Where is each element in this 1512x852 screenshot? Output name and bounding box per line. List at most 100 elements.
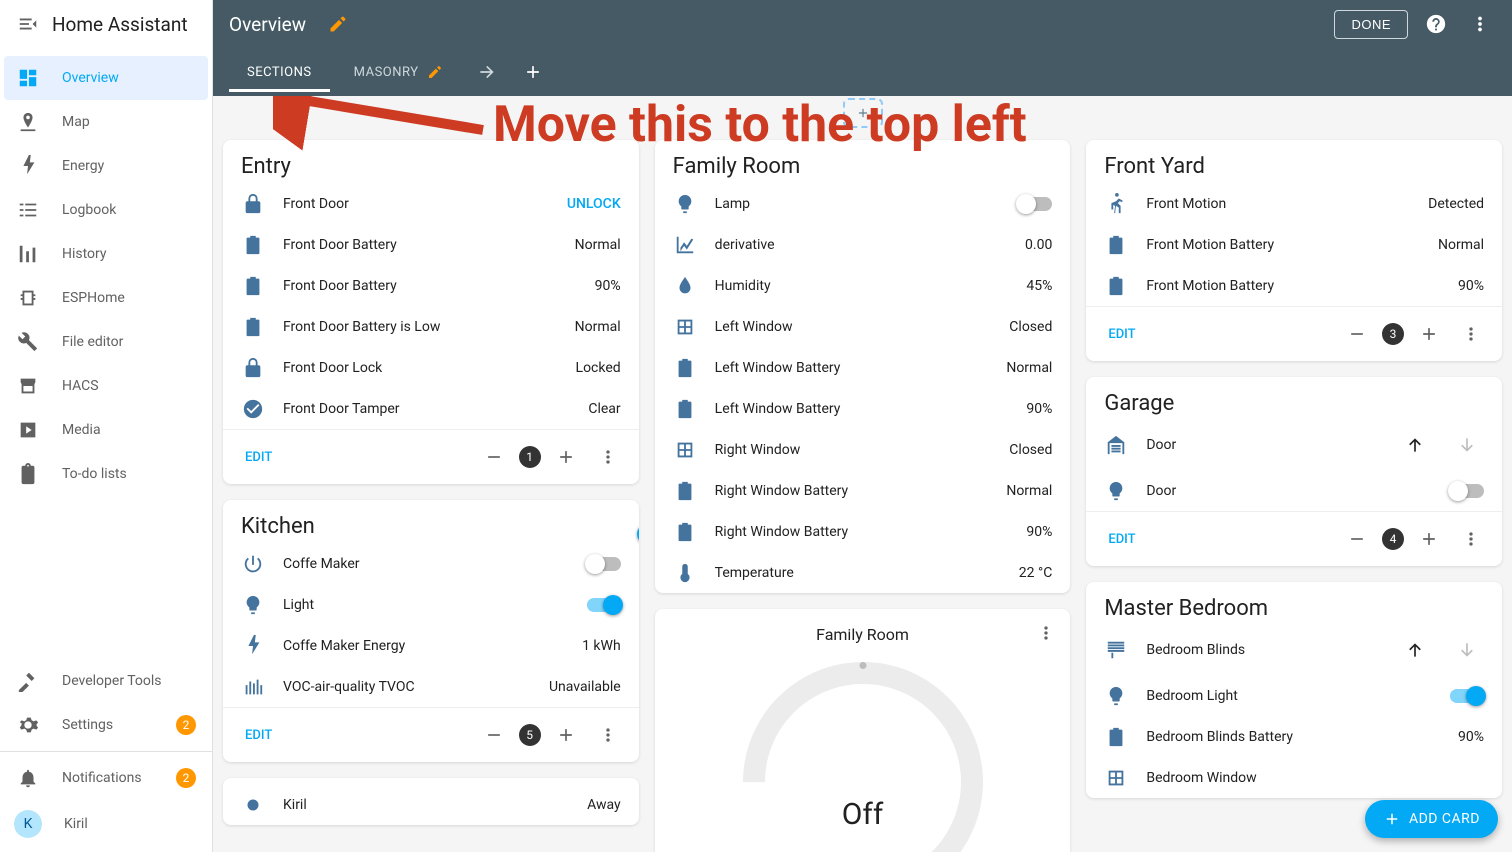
entity-row[interactable]: Bedroom Light xyxy=(1086,675,1502,716)
entity-row[interactable]: Coffe Maker Energy1 kWh xyxy=(223,625,639,666)
add-section-placeholder[interactable] xyxy=(843,98,883,128)
edit-button[interactable]: EDIT xyxy=(1100,526,1143,553)
thermo-icon xyxy=(673,562,697,584)
entity-toggle[interactable] xyxy=(1450,484,1484,498)
entity-row[interactable]: Left WindowClosed xyxy=(655,306,1071,347)
entity-label: Front Door xyxy=(283,196,549,212)
entity-row[interactable]: Bedroom Blinds Battery90% xyxy=(1086,716,1502,757)
add-column-button[interactable] xyxy=(549,440,583,474)
avatar: K xyxy=(14,810,42,838)
card-menu-button[interactable] xyxy=(1036,623,1056,643)
entity-row[interactable]: Front Door Battery is LowNormal xyxy=(223,306,639,347)
cover-down-button[interactable] xyxy=(1450,633,1484,667)
entity-row[interactable]: Lamp xyxy=(655,183,1071,224)
entity-row[interactable]: Door xyxy=(1086,470,1502,511)
sidebar-label: File editor xyxy=(62,334,123,350)
sidebar-item-history[interactable]: History xyxy=(0,232,212,276)
entity-row[interactable]: Front MotionDetected xyxy=(1086,183,1502,224)
cover-down-button[interactable] xyxy=(1450,428,1484,462)
edit-button[interactable]: EDIT xyxy=(237,722,280,749)
entity-row[interactable]: VOC-air-quality TVOCUnavailable xyxy=(223,666,639,707)
sidebar-item-media[interactable]: Media xyxy=(0,408,212,452)
entity-toggle[interactable] xyxy=(1450,689,1484,703)
entity-row[interactable]: Front Motion BatteryNormal xyxy=(1086,224,1502,265)
entity-row[interactable]: Left Window Battery90% xyxy=(655,388,1071,429)
sidebar-item-settings[interactable]: Settings 2 xyxy=(0,703,212,747)
entity-value: 0.00 xyxy=(1025,237,1052,253)
check-icon xyxy=(241,398,265,420)
card-index-badge: 4 xyxy=(1382,528,1404,550)
bulb-icon xyxy=(241,594,265,616)
entity-row[interactable]: Light xyxy=(223,584,639,625)
card-menu-button[interactable] xyxy=(591,440,625,474)
entity-row[interactable]: Right Window Battery90% xyxy=(655,511,1071,552)
entity-toggle[interactable] xyxy=(587,598,621,612)
remove-column-button[interactable] xyxy=(1340,522,1374,556)
add-column-button[interactable] xyxy=(1412,522,1446,556)
card-menu-button[interactable] xyxy=(591,718,625,752)
chart-bar-icon xyxy=(16,242,40,266)
card-menu-button[interactable] xyxy=(1454,317,1488,351)
tab-add-button[interactable] xyxy=(513,62,553,82)
cover-up-button[interactable] xyxy=(1398,428,1432,462)
remove-column-button[interactable] xyxy=(477,718,511,752)
entity-row[interactable]: Front Door TamperClear xyxy=(223,388,639,429)
entity-row[interactable]: Left Window BatteryNormal xyxy=(655,347,1071,388)
cover-up-button[interactable] xyxy=(1398,633,1432,667)
entity-toggle[interactable] xyxy=(1018,197,1052,211)
edit-button[interactable]: EDIT xyxy=(1100,321,1143,348)
sidebar-item-hacs[interactable]: HACS xyxy=(0,364,212,408)
entity-row[interactable]: Bedroom Blinds xyxy=(1086,625,1502,675)
tab-masonry[interactable]: MASONRY xyxy=(336,52,461,92)
thermostat-dial[interactable]: Off xyxy=(723,652,1003,852)
sidebar-item-logbook[interactable]: Logbook xyxy=(0,188,212,232)
card-index-badge: 1 xyxy=(519,446,541,468)
chip-icon xyxy=(16,286,40,310)
entity-row[interactable]: Front Door Battery90% xyxy=(223,265,639,306)
sidebar-item-map[interactable]: Map xyxy=(0,100,212,144)
card-title: Garage xyxy=(1104,391,1174,416)
entity-row[interactable]: Front Door UNLOCK xyxy=(223,183,639,224)
entity-value: Normal xyxy=(575,319,621,335)
garage-icon xyxy=(1104,434,1128,456)
entity-row[interactable]: Front Motion Battery90% xyxy=(1086,265,1502,306)
entity-row[interactable]: Front Door LockLocked xyxy=(223,347,639,388)
sidebar-item-file-editor[interactable]: File editor xyxy=(0,320,212,364)
sidebar-item-todo[interactable]: To-do lists xyxy=(0,452,212,496)
sidebar-item-user[interactable]: K Kiril xyxy=(0,800,212,848)
entity-row[interactable]: Temperature22 °C xyxy=(655,552,1071,593)
add-column-button[interactable] xyxy=(549,718,583,752)
help-button[interactable] xyxy=(1420,8,1452,40)
add-column-button[interactable] xyxy=(1412,317,1446,351)
entity-row[interactable]: Coffe Maker xyxy=(223,543,639,584)
entity-row[interactable]: Humidity45% xyxy=(655,265,1071,306)
entity-row[interactable]: KirilAway xyxy=(223,784,639,825)
entity-row[interactable]: Door xyxy=(1086,420,1502,470)
entity-row[interactable]: Right Window BatteryNormal xyxy=(655,470,1071,511)
edit-title-button[interactable] xyxy=(322,8,354,40)
sidebar-item-developer-tools[interactable]: Developer Tools xyxy=(0,659,212,703)
sidebar-label: Developer Tools xyxy=(62,673,162,689)
card-menu-button[interactable] xyxy=(1454,522,1488,556)
sidebar-item-overview[interactable]: Overview xyxy=(4,56,208,100)
done-button[interactable]: DONE xyxy=(1334,10,1408,39)
more-button[interactable] xyxy=(1464,8,1496,40)
remove-column-button[interactable] xyxy=(477,440,511,474)
sidebar-item-esphome[interactable]: ESPHome xyxy=(0,276,212,320)
entity-value[interactable]: UNLOCK xyxy=(567,196,621,212)
entity-toggle[interactable] xyxy=(587,557,621,571)
remove-column-button[interactable] xyxy=(1340,317,1374,351)
menu-collapse-icon[interactable] xyxy=(16,12,40,36)
edit-button[interactable]: EDIT xyxy=(237,444,280,471)
entity-row[interactable]: derivative0.00 xyxy=(655,224,1071,265)
add-card-fab[interactable]: ADD CARD xyxy=(1365,800,1498,838)
pencil-icon xyxy=(427,64,443,80)
tab-move-right-button[interactable] xyxy=(467,62,507,82)
entity-row[interactable]: Bedroom Window xyxy=(1086,757,1502,798)
entity-value: 90% xyxy=(595,278,621,294)
entity-row[interactable]: Front Door BatteryNormal xyxy=(223,224,639,265)
sidebar-item-energy[interactable]: Energy xyxy=(0,144,212,188)
tab-sections[interactable]: SECTIONS xyxy=(229,53,330,92)
sidebar-item-notifications[interactable]: Notifications 2 xyxy=(0,756,212,800)
entity-row[interactable]: Right WindowClosed xyxy=(655,429,1071,470)
